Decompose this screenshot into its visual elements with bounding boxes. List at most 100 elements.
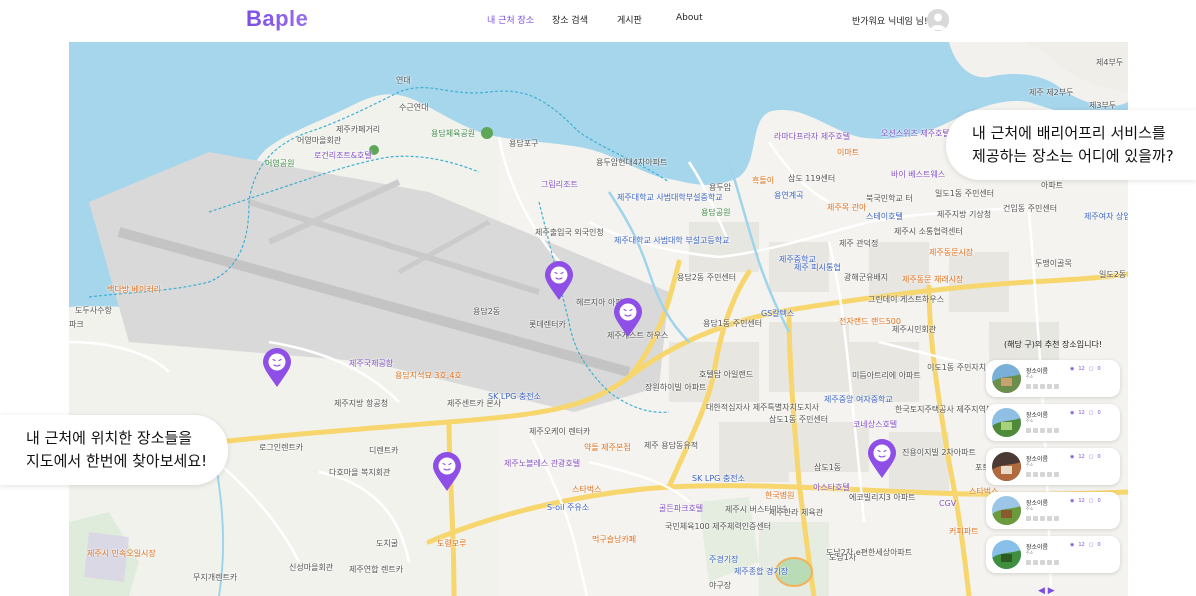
- map-place-label: 제주대학교 사범대학부설중학교: [617, 193, 723, 202]
- map-place-label: 제주지방 항공청: [334, 399, 389, 408]
- map-place-label: 도남1차: [829, 553, 857, 562]
- map-place-label: 제주카페거리: [336, 125, 381, 134]
- logo-text: Baple: [246, 6, 309, 31]
- likes-count: 12: [1078, 498, 1085, 504]
- nav-board[interactable]: 게시판: [617, 13, 642, 26]
- place-tags: [1026, 560, 1066, 565]
- map-place-label: 광해군유배지: [844, 273, 889, 282]
- map-place-label: SK LPG 충전소: [692, 474, 745, 483]
- comment-icon: ▢: [1088, 366, 1094, 372]
- map-pin-icon: [433, 452, 461, 491]
- map-pin-icon: [868, 439, 896, 478]
- baple-logo[interactable]: Baple: [246, 6, 308, 32]
- place-stats: ◉ 12 ▢ 0: [1070, 542, 1101, 548]
- place-thumbnail: [992, 496, 1021, 525]
- map-place-label: S-oil 주유소: [547, 503, 590, 512]
- place-address: 주소: [1026, 550, 1034, 555]
- map-place-label: 로건리조트&호텔: [314, 151, 372, 160]
- map-place-label: 흑돌이: [752, 176, 775, 185]
- user-avatar[interactable]: [927, 9, 949, 31]
- map-place-label: 건입동 주민센터: [1003, 204, 1058, 213]
- heart-icon: ◉: [1070, 410, 1075, 416]
- map-place-label: 삼도1동 주민센터: [769, 415, 829, 424]
- recommendation-card[interactable]: 장소이름 주소 ◉ 12 ▢ 0: [986, 360, 1120, 397]
- map-place-label: 로그인렌트카: [259, 443, 304, 452]
- map-pin-icon: [263, 348, 291, 387]
- map-place-label: 어영마을회관: [297, 136, 342, 145]
- map-place-pin[interactable]: [262, 348, 292, 388]
- place-thumbnail: [992, 540, 1021, 569]
- map-place-label: GS칼텍스: [761, 309, 795, 318]
- map-place-label: 두맹이골목: [1035, 259, 1072, 268]
- recommendation-card[interactable]: 장소이름 주소 ◉ 12 ▢ 0: [986, 448, 1120, 485]
- map-place-label: 삼도 119센터: [788, 174, 836, 183]
- map-place-label: 어영공원: [265, 159, 295, 168]
- map-place-label: 제주시 민속오일시장: [87, 549, 156, 558]
- map-place-label: 용담체육공원: [431, 129, 476, 138]
- heart-icon: ◉: [1070, 498, 1075, 504]
- map-place-label: 주경기장: [709, 555, 739, 564]
- likes-count: 12: [1078, 410, 1085, 416]
- map-place-label: 이마트: [837, 148, 860, 157]
- heart-icon: ◉: [1070, 542, 1075, 548]
- place-tags: [1026, 384, 1066, 389]
- map-place-label: 제주국제공항: [349, 359, 394, 368]
- map-place-label: 수근연대: [399, 103, 429, 112]
- map-place-label: 제주시 소통협력센터: [894, 227, 963, 236]
- map-place-pin[interactable]: [867, 439, 897, 479]
- nav-place-search[interactable]: 장소 검색: [552, 13, 588, 26]
- map-place-label: 아스타호텔: [813, 483, 850, 492]
- map-place-label: 오션스위츠 제주호텔: [881, 129, 950, 138]
- map-place-label: 제주여자 상업고등학교: [1084, 212, 1128, 221]
- map-place-label: 일도1동 주민센터: [935, 189, 995, 198]
- map-place-label: 용두암: [709, 183, 732, 192]
- map-place-label: 롯데렌터카: [529, 320, 566, 329]
- map-place-label: 제주동문 재래시장: [902, 275, 964, 284]
- map-place-label: 도치굴: [376, 539, 399, 548]
- map-place-label: 일도2동 (2024): [1099, 270, 1128, 279]
- map-place-label: 다호마을 복지회관: [329, 468, 391, 477]
- likes-count: 12: [1078, 454, 1085, 460]
- nav-about[interactable]: About: [676, 13, 703, 23]
- place-stats: ◉ 12 ▢ 0: [1070, 454, 1101, 460]
- map-place-label: 에코빌리지3 아파트: [849, 493, 916, 502]
- recommendation-card[interactable]: 장소이름 주소 ◉ 12 ▢ 0: [986, 536, 1120, 573]
- map-place-label: 용담포구: [509, 139, 539, 148]
- place-stats: ◉ 12 ▢ 0: [1070, 366, 1101, 372]
- map-place-label: 한국병원: [765, 491, 795, 500]
- map-place-label: 진용이지빌 2차아파트: [902, 448, 976, 457]
- recommendation-card[interactable]: 장소이름 주소 ◉ 12 ▢ 0: [986, 492, 1120, 529]
- recommendation-card[interactable]: 장소이름 주소 ◉ 12 ▢ 0: [986, 404, 1120, 441]
- map-place-pin[interactable]: [613, 298, 643, 338]
- map-place-pin[interactable]: [432, 452, 462, 492]
- top-navigation-bar: Baple 내 근처 장소 장소 검색 게시판 About 반가워요 닉네임 님…: [0, 0, 1196, 42]
- nav-nearby-places[interactable]: 내 근처 장소: [487, 13, 534, 26]
- map-place-label: 북국민학교 터: [866, 194, 913, 203]
- reviews-count: 0: [1097, 410, 1101, 416]
- heart-icon: ◉: [1070, 454, 1075, 460]
- map-place-label: 아파트: [1041, 181, 1064, 190]
- map-place-label: 제주 피시통협: [794, 263, 841, 272]
- place-stats: ◉ 12 ▢ 0: [1070, 498, 1101, 504]
- place-address: 주소: [1026, 374, 1034, 379]
- intro-bubble-right: 내 근처에 배리어프리 서비스를 제공하는 장소는 어디에 있을까?: [946, 110, 1196, 180]
- place-thumbnail: [992, 408, 1021, 437]
- map-place-label: 도령모루: [437, 539, 467, 548]
- map-place-label: 제주 용담동유적: [644, 441, 699, 450]
- map-place-label: 제4부두: [1096, 58, 1124, 67]
- map-place-label: SK LPG 충전소: [488, 392, 541, 401]
- map-place-label: 한국토지주택공사 제주지역본부: [895, 405, 1001, 414]
- place-tags: [1026, 516, 1066, 521]
- map-place-label: 약돌 제주본점: [584, 443, 631, 452]
- comment-icon: ▢: [1088, 454, 1094, 460]
- map-place-label: 그린데이 게스트하우스: [868, 295, 945, 304]
- place-thumbnail: [992, 364, 1021, 393]
- map-place-label: 제주 제2부두: [1029, 88, 1074, 97]
- map-place-label: 삼도1동: [814, 463, 842, 472]
- map-place-pin[interactable]: [544, 261, 574, 301]
- reviews-count: 0: [1097, 542, 1101, 548]
- place-address: 주소: [1026, 418, 1034, 423]
- recommendation-pager[interactable]: ◀ ▶: [1038, 586, 1055, 596]
- reviews-count: 0: [1097, 498, 1101, 504]
- likes-count: 12: [1078, 542, 1085, 548]
